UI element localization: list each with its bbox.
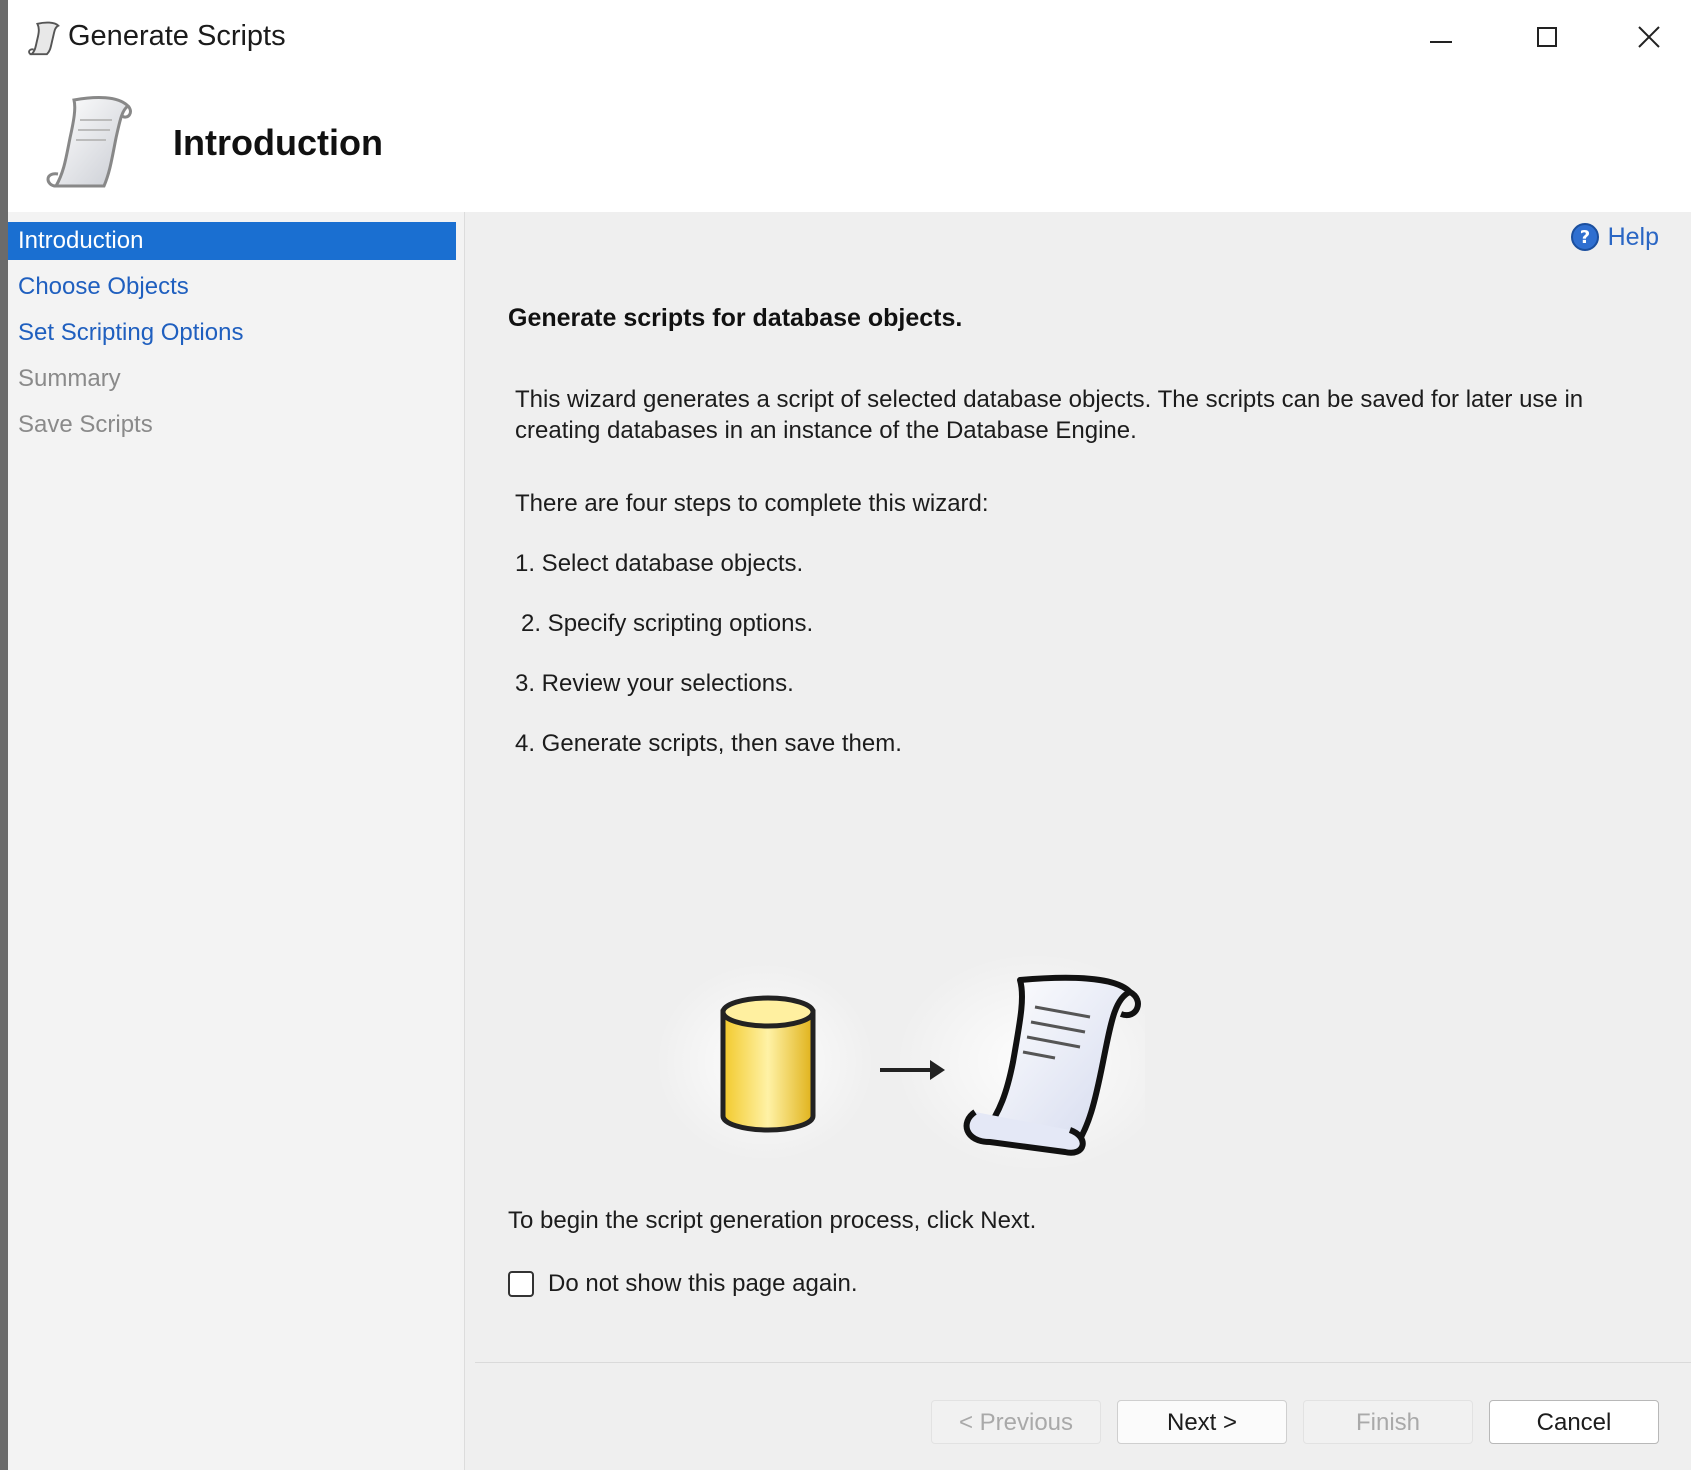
help-label: Help <box>1607 222 1659 251</box>
close-icon <box>1638 26 1660 48</box>
cancel-button[interactable]: Cancel <box>1489 1400 1659 1444</box>
wizard-nav: Introduction Choose Objects Set Scriptin… <box>8 212 465 1470</box>
next-button[interactable]: Next > <box>1117 1400 1287 1444</box>
content-pane: ? Help Generate scripts for database obj… <box>465 212 1691 1470</box>
close-button[interactable] <box>1606 8 1691 68</box>
maximize-button[interactable] <box>1504 8 1594 68</box>
title-bar: Generate Scripts <box>8 0 1691 76</box>
help-icon: ? <box>1570 223 1599 251</box>
page-title: Introduction <box>173 122 383 163</box>
step-3: 3. Review your selections. <box>515 670 794 697</box>
help-link[interactable]: ? Help <box>1570 222 1659 252</box>
generate-scripts-window: Generate Scripts Introduction Introducti… <box>8 0 1691 1470</box>
minimize-icon <box>1430 41 1452 43</box>
do-not-show-row: Do not show this page again. <box>508 1270 858 1298</box>
previous-button[interactable]: < Previous <box>931 1400 1101 1444</box>
nav-item-set-scripting-options[interactable]: Set Scripting Options <box>8 314 456 352</box>
svg-text:?: ? <box>1579 227 1589 248</box>
do-not-show-checkbox[interactable] <box>508 1271 534 1297</box>
scroll-icon <box>28 21 60 56</box>
maximize-icon <box>1537 27 1557 47</box>
footer-divider <box>475 1362 1691 1363</box>
step-1: 1. Select database objects. <box>515 550 804 577</box>
scroll-icon <box>46 96 132 188</box>
intro-description: This wizard generates a script of select… <box>515 386 1584 444</box>
begin-instructions: To begin the script generation process, … <box>508 1207 1037 1234</box>
nav-item-introduction[interactable]: Introduction <box>8 222 456 260</box>
wizard-header: Introduction <box>8 76 1691 212</box>
nav-item-summary: Summary <box>18 365 121 392</box>
minimize-button[interactable] <box>1398 8 1488 68</box>
steps-intro: There are four steps to complete this wi… <box>515 490 989 517</box>
database-to-script-illustration <box>655 952 1145 1172</box>
window-title: Generate Scripts <box>68 20 286 52</box>
finish-button[interactable]: Finish <box>1303 1400 1473 1444</box>
do-not-show-label[interactable]: Do not show this page again. <box>548 1270 858 1298</box>
nav-item-choose-objects[interactable]: Choose Objects <box>8 268 456 306</box>
step-4: 4. Generate scripts, then save them. <box>515 730 902 757</box>
step-2: 2. Specify scripting options. <box>521 610 814 637</box>
database-icon <box>720 995 816 1133</box>
intro-heading: Generate scripts for database objects. <box>508 304 963 332</box>
nav-item-save-scripts: Save Scripts <box>18 411 153 438</box>
